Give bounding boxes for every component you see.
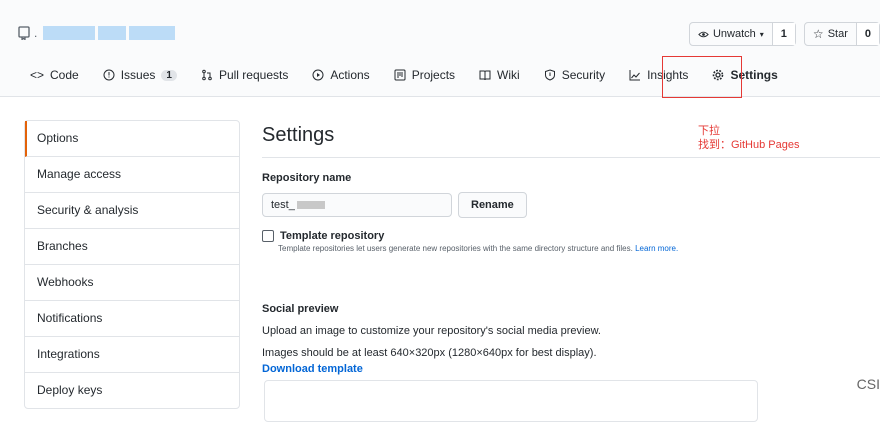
- tab-projects[interactable]: Projects: [394, 68, 455, 82]
- star-button[interactable]: ☆ Star: [805, 23, 856, 45]
- sidebar-item-options[interactable]: Options: [25, 121, 239, 157]
- template-checkbox[interactable]: [262, 230, 274, 242]
- repo-name[interactable]: .: [34, 26, 178, 40]
- learn-more-link[interactable]: Learn more.: [635, 244, 678, 253]
- template-repository-row: Template repository: [262, 230, 880, 242]
- tab-pull-requests[interactable]: Pull requests: [201, 68, 288, 82]
- sidebar-item-integrations[interactable]: Integrations: [25, 337, 239, 373]
- star-button-group[interactable]: ☆ Star 0: [803, 22, 880, 46]
- tab-pull-requests-label: Pull requests: [218, 68, 289, 82]
- template-description-text: Template repositories let users generate…: [278, 244, 633, 253]
- social-preview-label: Social preview: [262, 303, 339, 315]
- unwatch-button[interactable]: Unwatch ▾: [690, 23, 772, 45]
- watermark: CSI: [856, 376, 880, 392]
- shield-icon: [544, 69, 555, 81]
- repo-header: . Unwatch ▾ 1 ☆ Star 0 <> Code Issues 1: [0, 0, 880, 98]
- repo-name-value: test_: [271, 199, 295, 211]
- chevron-down-icon: ▾: [759, 29, 764, 39]
- download-template-link[interactable]: Download template: [262, 363, 880, 375]
- pull-request-icon: [202, 69, 212, 81]
- sidebar-item-notifications[interactable]: Notifications: [25, 301, 239, 337]
- tab-issues-label: Issues: [120, 68, 156, 82]
- repo-icon: [18, 26, 30, 40]
- highlight-box: [662, 56, 742, 98]
- tab-code-label: Code: [50, 68, 79, 82]
- star-label: Star: [827, 28, 848, 40]
- repo-name-label: Repository name: [262, 172, 352, 184]
- sidebar-item-manage-access[interactable]: Manage access: [25, 157, 239, 193]
- settings-main: Settings Repository name test_ Rename Te…: [262, 120, 880, 375]
- tab-actions-label: Actions: [330, 68, 370, 82]
- play-icon: [312, 69, 324, 81]
- annotation-line-2: 找到：GitHub Pages: [698, 139, 800, 151]
- social-preview-size: Images should be at least 640×320px (128…: [262, 347, 597, 359]
- tab-issues[interactable]: Issues 1: [103, 68, 177, 82]
- tab-projects-label: Projects: [411, 68, 456, 82]
- project-icon: [394, 69, 406, 81]
- settings-sidebar: Options Manage access Security & analysi…: [24, 120, 240, 409]
- repo-actions: Unwatch ▾ 1 ☆ Star 0: [688, 22, 880, 46]
- issue-icon: [103, 69, 115, 81]
- template-label: Template repository: [280, 230, 385, 242]
- tab-security-label: Security: [561, 68, 606, 82]
- tab-code[interactable]: <> Code: [30, 68, 79, 82]
- graph-icon: [629, 70, 641, 81]
- annotation-note: 下拉 找到：GitHub Pages: [698, 124, 799, 152]
- tab-wiki-label: Wiki: [497, 68, 520, 82]
- code-icon: <>: [30, 68, 45, 82]
- sidebar-item-branches[interactable]: Branches: [25, 229, 239, 265]
- eye-icon: [698, 31, 709, 37]
- tab-security[interactable]: Security: [544, 68, 605, 82]
- book-icon: [479, 70, 491, 81]
- sidebar-item-webhooks[interactable]: Webhooks: [25, 265, 239, 301]
- sidebar-item-security-analysis[interactable]: Security & analysis: [25, 193, 239, 229]
- unwatch-label: Unwatch: [712, 28, 756, 40]
- repo-name-input[interactable]: test_: [262, 193, 452, 217]
- repo-name-row: test_ Rename: [262, 192, 880, 218]
- star-icon: ☆: [812, 27, 824, 41]
- watch-count[interactable]: 1: [771, 23, 795, 45]
- annotation-line-1: 下拉: [698, 125, 720, 137]
- rename-button[interactable]: Rename: [458, 192, 527, 218]
- tab-wiki[interactable]: Wiki: [479, 68, 520, 82]
- template-description: Template repositories let users generate…: [278, 244, 880, 253]
- issues-count-badge: 1: [161, 69, 177, 81]
- tab-actions[interactable]: Actions: [312, 68, 370, 82]
- repo-owner-mark: .: [34, 26, 38, 40]
- social-preview-text: Upload an image to customize your reposi…: [262, 325, 601, 337]
- social-preview-box[interactable]: [264, 380, 758, 422]
- star-count[interactable]: 0: [855, 23, 879, 45]
- watch-button-group[interactable]: Unwatch ▾ 1: [688, 22, 796, 46]
